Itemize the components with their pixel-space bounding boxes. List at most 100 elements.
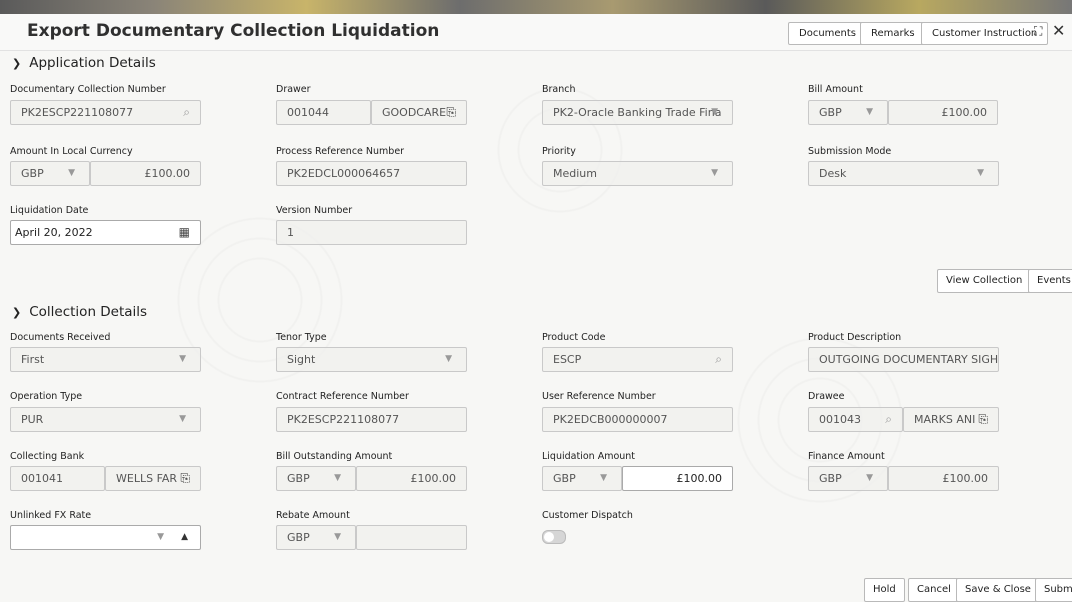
chevron-down-icon: ▼ xyxy=(977,168,984,178)
cancel-button[interactable]: Cancel xyxy=(908,578,960,602)
contract-ref-label: Contract Reference Number xyxy=(276,391,409,402)
version-number-label: Version Number xyxy=(276,205,353,216)
chevron-down-icon: ❯ xyxy=(12,57,22,70)
bill-outstanding-field[interactable]: £100.00 xyxy=(356,466,467,491)
customer-dispatch-toggle[interactable] xyxy=(542,530,566,544)
submission-mode-label: Submission Mode xyxy=(808,146,892,157)
drawer-label: Drawer xyxy=(276,84,311,95)
collection-details-header[interactable]: ❯ Collection Details xyxy=(12,304,147,320)
bill-outstanding-label: Bill Outstanding Amount xyxy=(276,451,393,462)
chevron-down-icon[interactable]: ▼ xyxy=(157,526,164,549)
calendar-icon[interactable]: ▦ xyxy=(179,221,190,244)
drawer-name-field[interactable]: GOODCARE ⎘ xyxy=(371,100,467,125)
documents-received-label: Documents Received xyxy=(10,332,111,343)
chevron-down-icon: ❯ xyxy=(12,306,22,319)
chevron-down-icon: ▼ xyxy=(179,414,186,424)
remarks-button[interactable]: Remarks xyxy=(860,22,926,45)
save-close-button[interactable]: Save & Close xyxy=(956,578,1040,602)
drawee-name-field[interactable]: MARKS ANI ⎘ xyxy=(903,407,999,432)
events-button[interactable]: Events xyxy=(1028,269,1072,293)
chevron-down-icon: ▼ xyxy=(334,532,341,542)
operation-type-label: Operation Type xyxy=(10,391,83,402)
process-ref-label: Process Reference Number xyxy=(276,146,405,157)
drawer-id-field[interactable]: 001044 xyxy=(276,100,371,125)
operation-type-select[interactable]: PUR ▼ xyxy=(10,407,201,432)
liquidation-date-field[interactable]: April 20, 2022 ▦ xyxy=(10,220,201,245)
bill-amount-currency-select[interactable]: GBP ▼ xyxy=(808,100,888,125)
finance-amount-label: Finance Amount xyxy=(808,451,885,462)
chevron-down-icon: ▼ xyxy=(600,473,607,483)
application-details-header[interactable]: ❯ Application Details xyxy=(12,55,156,71)
chevron-down-icon: ▼ xyxy=(866,107,873,117)
chevron-down-icon: ▼ xyxy=(445,354,452,364)
product-description-label: Product Description xyxy=(808,332,902,343)
amount-local-currency-select[interactable]: GBP ▼ xyxy=(10,161,90,186)
user-ref-label: User Reference Number xyxy=(542,391,656,402)
priority-select[interactable]: Medium ▼ xyxy=(542,161,733,186)
page-title: Export Documentary Collection Liquidatio… xyxy=(27,21,440,41)
product-code-field[interactable]: ESCP ⌕ xyxy=(542,347,733,372)
section-title: Collection Details xyxy=(29,304,148,320)
tenor-type-select[interactable]: Sight ▼ xyxy=(276,347,467,372)
collecting-bank-label: Collecting Bank xyxy=(10,451,85,462)
document-link-icon[interactable]: ⎘ xyxy=(446,101,456,124)
document-link-icon[interactable]: ⎘ xyxy=(978,408,988,431)
doc-collection-number-label: Documentary Collection Number xyxy=(10,84,166,95)
drawee-id-field[interactable]: 001043 ⌕ xyxy=(808,407,903,432)
branch-label: Branch xyxy=(542,84,576,95)
search-icon[interactable]: ⌕ xyxy=(183,101,190,124)
doc-collection-number-field[interactable]: PK2ESCP221108077 ⌕ xyxy=(10,100,201,125)
rebate-amount-currency-select[interactable]: GBP ▼ xyxy=(276,525,356,550)
liquidation-date-label: Liquidation Date xyxy=(10,205,89,216)
amount-local-label: Amount In Local Currency xyxy=(10,146,133,157)
unlinked-fx-label: Unlinked FX Rate xyxy=(10,510,92,521)
document-link-icon[interactable]: ⎘ xyxy=(180,467,190,490)
submit-button[interactable]: Submit xyxy=(1035,578,1072,602)
chevron-down-icon: ▼ xyxy=(711,107,718,117)
hold-button[interactable]: Hold xyxy=(864,578,905,602)
chevron-down-icon: ▼ xyxy=(68,168,75,178)
unlinked-fx-field[interactable]: ▼ ▲ xyxy=(10,525,201,550)
documents-received-select[interactable]: First ▼ xyxy=(10,347,201,372)
chevron-down-icon: ▼ xyxy=(711,168,718,178)
liquidation-amount-label: Liquidation Amount xyxy=(542,451,636,462)
close-icon[interactable]: ✕ xyxy=(1052,22,1068,40)
tenor-type-label: Tenor Type xyxy=(276,332,327,343)
amount-local-field[interactable]: £100.00 xyxy=(90,161,201,186)
product-code-label: Product Code xyxy=(542,332,606,343)
rebate-amount-label: Rebate Amount xyxy=(276,510,350,521)
page-header: Export Documentary Collection Liquidatio… xyxy=(0,14,1072,51)
version-number-field[interactable]: 1 xyxy=(276,220,467,245)
view-collection-button[interactable]: View Collection xyxy=(937,269,1032,293)
top-banner-strip xyxy=(0,0,1072,14)
branch-select[interactable]: PK2-Oracle Banking Trade Fina ▼ xyxy=(542,100,733,125)
rebate-amount-field[interactable] xyxy=(356,525,467,550)
liquidation-amount-field[interactable]: £100.00 xyxy=(622,466,733,491)
bill-outstanding-currency-select[interactable]: GBP ▼ xyxy=(276,466,356,491)
bill-amount-field[interactable]: £100.00 xyxy=(888,100,998,125)
finance-amount-currency-select[interactable]: GBP ▼ xyxy=(808,466,888,491)
customer-instruction-button[interactable]: Customer Instruction xyxy=(921,22,1049,45)
chevron-down-icon: ▼ xyxy=(334,473,341,483)
drawee-label: Drawee xyxy=(808,391,845,402)
chevron-up-icon[interactable]: ▲ xyxy=(181,526,188,549)
section-title: Application Details xyxy=(29,55,156,71)
product-description-field[interactable]: OUTGOING DOCUMENTARY SIGHT xyxy=(808,347,999,372)
expand-icon[interactable]: ⛶ xyxy=(1034,24,1048,38)
user-ref-field[interactable]: PK2EDCB000000007 xyxy=(542,407,733,432)
search-icon[interactable]: ⌕ xyxy=(715,348,722,371)
contract-ref-field[interactable]: PK2ESCP221108077 xyxy=(276,407,467,432)
priority-label: Priority xyxy=(542,146,576,157)
submission-mode-select[interactable]: Desk ▼ xyxy=(808,161,999,186)
chevron-down-icon: ▼ xyxy=(179,354,186,364)
collecting-bank-id-field[interactable]: 001041 xyxy=(10,466,105,491)
process-ref-field[interactable]: PK2EDCL000064657 xyxy=(276,161,467,186)
search-icon[interactable]: ⌕ xyxy=(885,408,892,431)
bill-amount-label: Bill Amount xyxy=(808,84,863,95)
customer-dispatch-label: Customer Dispatch xyxy=(542,510,633,521)
liquidation-amount-currency-select[interactable]: GBP ▼ xyxy=(542,466,622,491)
collecting-bank-name-field[interactable]: WELLS FAR ⎘ xyxy=(105,466,201,491)
chevron-down-icon: ▼ xyxy=(866,473,873,483)
finance-amount-field[interactable]: £100.00 xyxy=(888,466,999,491)
documents-button[interactable]: Documents xyxy=(788,22,868,45)
